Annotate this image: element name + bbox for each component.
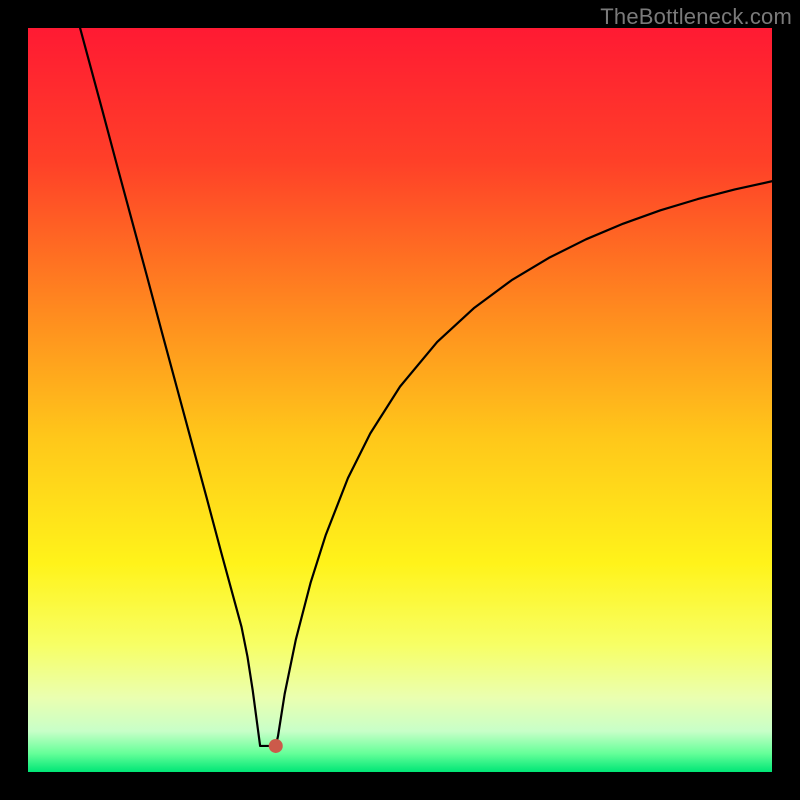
bottleneck-chart	[28, 28, 772, 772]
chart-stage: TheBottleneck.com	[0, 0, 800, 800]
chart-background	[28, 28, 772, 772]
optimal-point-marker	[269, 739, 283, 753]
watermark-text: TheBottleneck.com	[600, 4, 792, 30]
